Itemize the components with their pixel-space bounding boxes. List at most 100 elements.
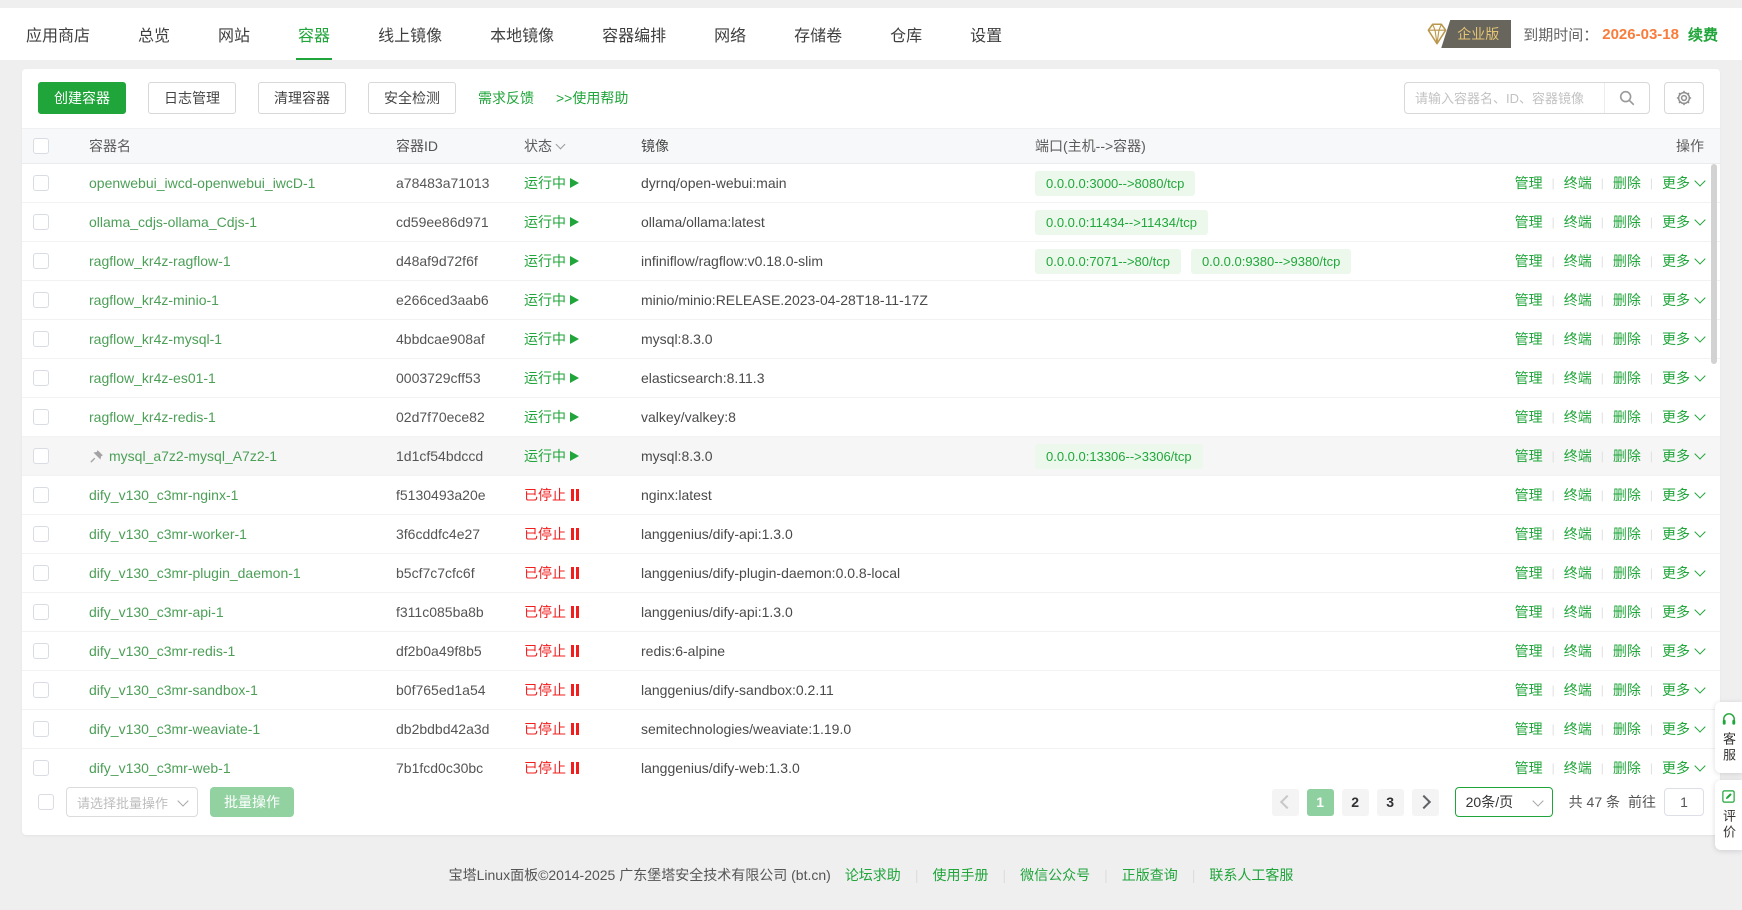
batch-operation-button[interactable]: 批量操作	[210, 787, 294, 817]
terminal-link[interactable]: 终端	[1564, 251, 1592, 271]
delete-link[interactable]: 删除	[1613, 173, 1641, 193]
terminal-link[interactable]: 终端	[1564, 641, 1592, 661]
more-link[interactable]: 更多	[1662, 368, 1704, 388]
settings-button[interactable]	[1664, 82, 1704, 114]
manage-link[interactable]: 管理	[1515, 485, 1543, 505]
manage-link[interactable]: 管理	[1515, 680, 1543, 700]
nav-item[interactable]: 仓库	[888, 8, 924, 60]
delete-link[interactable]: 删除	[1613, 251, 1641, 271]
delete-link[interactable]: 删除	[1613, 758, 1641, 777]
manage-link[interactable]: 管理	[1515, 212, 1543, 232]
manage-link[interactable]: 管理	[1515, 602, 1543, 622]
row-checkbox[interactable]	[33, 175, 49, 191]
delete-link[interactable]: 删除	[1613, 563, 1641, 583]
manage-link[interactable]: 管理	[1515, 719, 1543, 739]
more-link[interactable]: 更多	[1662, 524, 1704, 544]
more-link[interactable]: 更多	[1662, 329, 1704, 349]
footer-link[interactable]: 联系人工客服	[1209, 865, 1293, 885]
more-link[interactable]: 更多	[1662, 173, 1704, 193]
nav-item[interactable]: 容器编排	[600, 8, 668, 60]
row-checkbox[interactable]	[33, 682, 49, 698]
terminal-link[interactable]: 终端	[1564, 485, 1592, 505]
row-checkbox[interactable]	[33, 292, 49, 308]
terminal-link[interactable]: 终端	[1564, 212, 1592, 232]
batch-select-all-checkbox[interactable]	[38, 794, 54, 810]
terminal-link[interactable]: 终端	[1564, 758, 1592, 777]
page-number-button[interactable]: 2	[1342, 789, 1369, 816]
more-link[interactable]: 更多	[1662, 485, 1704, 505]
more-link[interactable]: 更多	[1662, 641, 1704, 661]
customer-service-widget[interactable]: 客服	[1715, 702, 1742, 773]
prev-page-button[interactable]	[1272, 789, 1299, 816]
next-page-button[interactable]	[1412, 789, 1439, 816]
delete-link[interactable]: 删除	[1613, 641, 1641, 661]
delete-link[interactable]: 删除	[1613, 368, 1641, 388]
manage-link[interactable]: 管理	[1515, 329, 1543, 349]
nav-item[interactable]: 容器	[296, 8, 332, 60]
nav-item[interactable]: 网站	[216, 8, 252, 60]
delete-link[interactable]: 删除	[1613, 485, 1641, 505]
help-link[interactable]: >>使用帮助	[556, 88, 628, 108]
log-manage-button[interactable]: 日志管理	[148, 82, 236, 114]
container-name-link[interactable]: mysql_a7z2-mysql_A7z2-1	[109, 448, 277, 464]
nav-item[interactable]: 线上镜像	[376, 8, 444, 60]
more-link[interactable]: 更多	[1662, 602, 1704, 622]
more-link[interactable]: 更多	[1662, 290, 1704, 310]
row-checkbox[interactable]	[33, 214, 49, 230]
more-link[interactable]: 更多	[1662, 251, 1704, 271]
container-name-link[interactable]: ragflow_kr4z-minio-1	[89, 292, 219, 308]
manage-link[interactable]: 管理	[1515, 524, 1543, 544]
page-number-button[interactable]: 3	[1377, 789, 1404, 816]
row-checkbox[interactable]	[33, 760, 49, 776]
table-scrollbar[interactable]	[1711, 164, 1717, 364]
delete-link[interactable]: 删除	[1613, 407, 1641, 427]
more-link[interactable]: 更多	[1662, 407, 1704, 427]
delete-link[interactable]: 删除	[1613, 446, 1641, 466]
container-name-link[interactable]: ragflow_kr4z-es01-1	[89, 370, 216, 386]
clean-container-button[interactable]: 清理容器	[258, 82, 346, 114]
manage-link[interactable]: 管理	[1515, 368, 1543, 388]
manage-link[interactable]: 管理	[1515, 251, 1543, 271]
row-checkbox[interactable]	[33, 643, 49, 659]
terminal-link[interactable]: 终端	[1564, 290, 1592, 310]
delete-link[interactable]: 删除	[1613, 680, 1641, 700]
terminal-link[interactable]: 终端	[1564, 329, 1592, 349]
more-link[interactable]: 更多	[1662, 446, 1704, 466]
footer-link[interactable]: 正版查询	[1122, 865, 1178, 885]
feedback-link[interactable]: 需求反馈	[478, 88, 534, 108]
review-widget[interactable]: 评价	[1715, 780, 1742, 850]
renew-link[interactable]: 续费	[1688, 24, 1718, 45]
delete-link[interactable]: 删除	[1613, 212, 1641, 232]
more-link[interactable]: 更多	[1662, 719, 1704, 739]
container-name-link[interactable]: ragflow_kr4z-ragflow-1	[89, 253, 231, 269]
container-name-link[interactable]: ragflow_kr4z-mysql-1	[89, 331, 222, 347]
select-all-checkbox[interactable]	[33, 138, 49, 154]
more-link[interactable]: 更多	[1662, 680, 1704, 700]
more-link[interactable]: 更多	[1662, 212, 1704, 232]
nav-item[interactable]: 总览	[136, 8, 172, 60]
header-status-filter[interactable]: 状态	[520, 136, 637, 156]
more-link[interactable]: 更多	[1662, 758, 1704, 777]
manage-link[interactable]: 管理	[1515, 641, 1543, 661]
row-checkbox[interactable]	[33, 331, 49, 347]
container-name-link[interactable]: dify_v130_c3mr-api-1	[89, 604, 224, 620]
footer-link[interactable]: 使用手册	[932, 865, 988, 885]
container-name-link[interactable]: ragflow_kr4z-redis-1	[89, 409, 216, 425]
footer-link[interactable]: 微信公众号	[1020, 865, 1090, 885]
manage-link[interactable]: 管理	[1515, 446, 1543, 466]
search-button[interactable]	[1604, 83, 1649, 113]
container-name-link[interactable]: dify_v130_c3mr-web-1	[89, 760, 231, 776]
row-checkbox[interactable]	[33, 253, 49, 269]
container-name-link[interactable]: dify_v130_c3mr-redis-1	[89, 643, 235, 659]
footer-link[interactable]: 论坛求助	[845, 865, 901, 885]
goto-page-input[interactable]	[1664, 788, 1704, 816]
row-checkbox[interactable]	[33, 409, 49, 425]
nav-item[interactable]: 存储卷	[792, 8, 844, 60]
container-name-link[interactable]: dify_v130_c3mr-sandbox-1	[89, 682, 258, 698]
create-container-button[interactable]: 创建容器	[38, 82, 126, 114]
delete-link[interactable]: 删除	[1613, 719, 1641, 739]
manage-link[interactable]: 管理	[1515, 563, 1543, 583]
delete-link[interactable]: 删除	[1613, 329, 1641, 349]
row-checkbox[interactable]	[33, 526, 49, 542]
terminal-link[interactable]: 终端	[1564, 602, 1592, 622]
